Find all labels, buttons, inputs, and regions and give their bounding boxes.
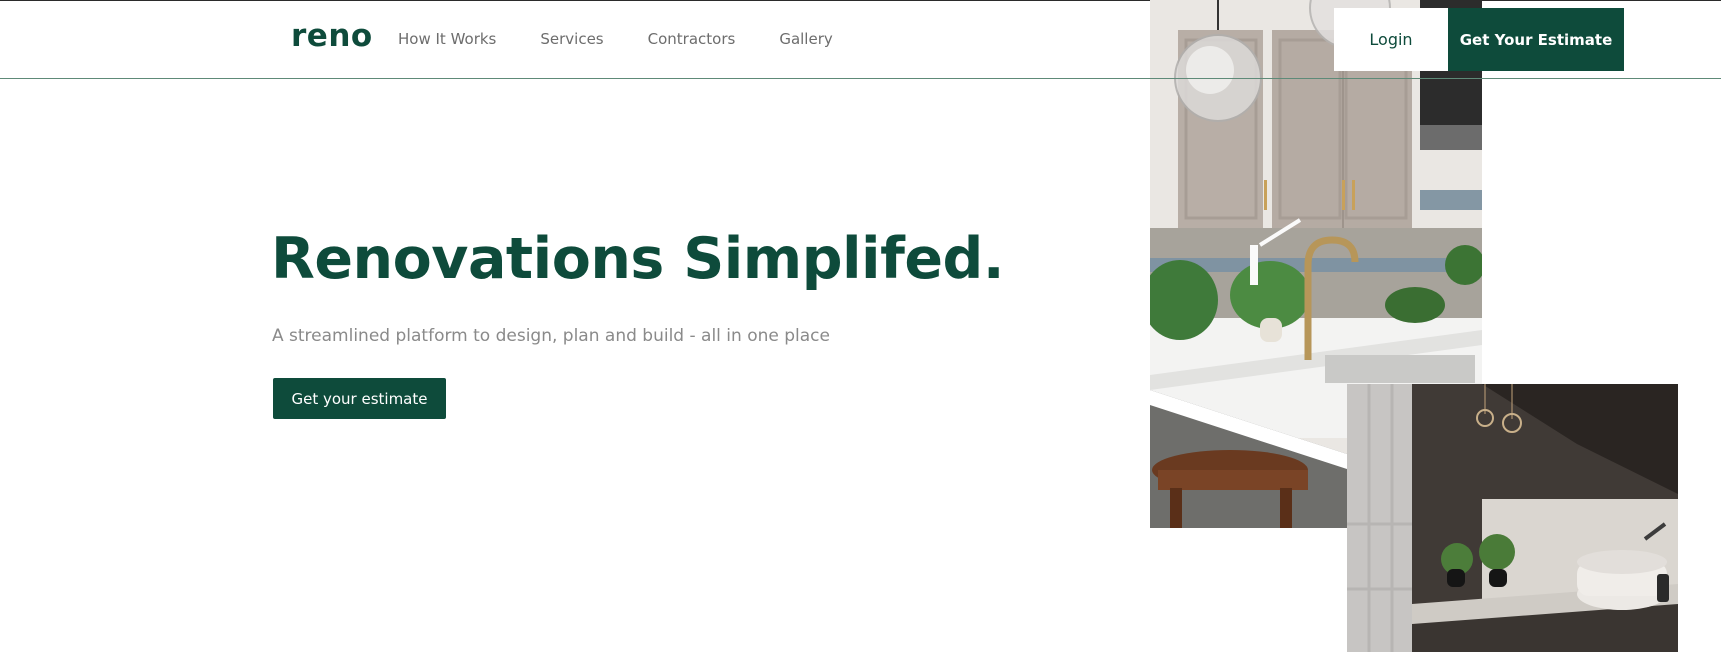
hero-title: Renovations Simplifed. — [271, 226, 1004, 292]
login-button[interactable]: Login — [1334, 8, 1448, 71]
nav-link-contractors[interactable]: Contractors — [648, 30, 736, 48]
get-estimate-hero-button[interactable]: Get your estimate — [273, 378, 446, 419]
bathroom-photo — [1347, 384, 1678, 652]
header-divider — [0, 78, 1721, 79]
nav-link-how-it-works[interactable]: How It Works — [398, 30, 496, 48]
nav-link-gallery[interactable]: Gallery — [779, 30, 832, 48]
get-estimate-header-button[interactable]: Get Your Estimate — [1448, 8, 1624, 71]
nav-link-services[interactable]: Services — [540, 30, 603, 48]
hero-subtitle: A streamlined platform to design, plan a… — [272, 326, 830, 346]
logo[interactable]: reno — [291, 18, 373, 54]
main-nav: How It Works Services Contractors Galler… — [398, 30, 877, 48]
